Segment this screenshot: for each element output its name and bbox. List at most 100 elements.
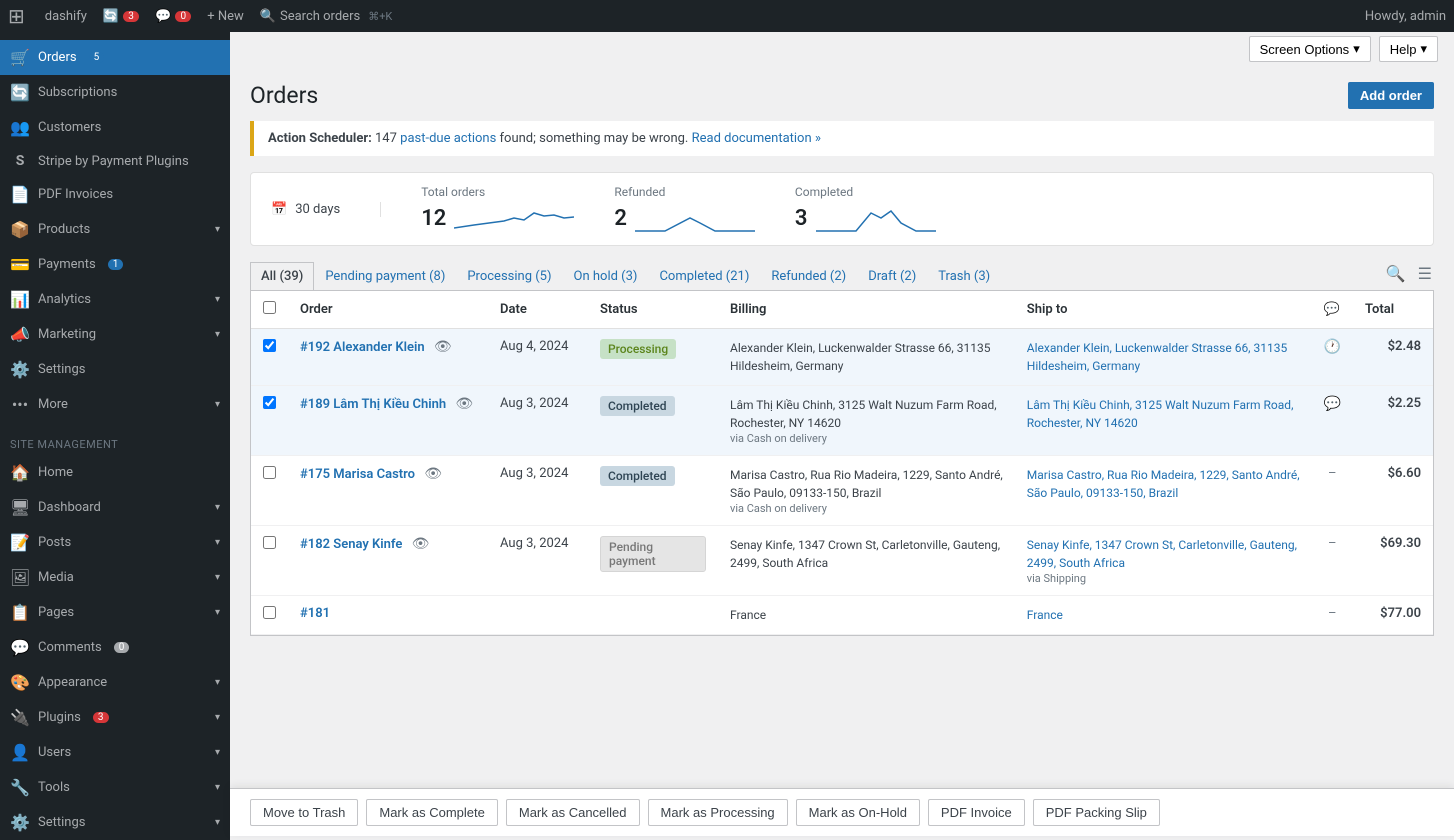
sidebar-item-settings[interactable]: ⚙️ Settings [0,352,230,387]
sidebar-item-dashboard[interactable]: 🖥 Dashboard ▾ [0,490,230,525]
order-link-181[interactable]: #181 [300,606,330,621]
site-name[interactable]: dashify [37,0,95,32]
tab-on-hold[interactable]: On hold (3) [563,262,649,290]
comments-menu-badge: 0 [114,642,130,653]
pages-arrow: ▾ [215,607,220,618]
tab-draft[interactable]: Draft (2) [857,262,927,290]
ship-link-4[interactable]: Senay Kinfe, 1347 Crown St, Carletonvill… [1027,536,1300,572]
sidebar-item-orders[interactable]: 🛒 Orders 5 [0,40,230,75]
tab-trash[interactable]: Trash (3) [927,262,1001,290]
mark-cancelled-button[interactable]: Mark as Cancelled [506,799,640,826]
notice-link-past-due[interactable]: past-due actions [400,131,496,146]
search-orders[interactable]: 🔍 Search orders ⌘+K [252,0,401,32]
row-ship-2: Lâm Thị Kiều Chinh, 3125 Walt Nuzum Farm… [1015,386,1312,456]
row-select-3[interactable] [263,466,276,479]
ship-link-5[interactable]: France [1027,606,1300,624]
sidebar-item-posts[interactable]: 📝 Posts ▾ [0,525,230,560]
notice-link-docs[interactable]: Read documentation » [692,131,821,146]
sidebar-item-products[interactable]: 📦 Products ▾ [0,212,230,247]
page-title: Orders [250,82,318,109]
help-button[interactable]: Help ▾ [1379,36,1438,62]
th-date[interactable]: Date [488,291,588,329]
row-select-2[interactable] [263,396,276,409]
row-eye-icon-2[interactable]: 👁 [455,396,473,412]
table-row: #192 Alexander Klein 👁 Aug 4, 2024 Proce… [251,329,1433,386]
move-to-trash-button[interactable]: Move to Trash [250,799,358,826]
sidebar-item-pages[interactable]: 📋 Pages ▾ [0,595,230,630]
sidebar-item-media[interactable]: 🖼 Media ▾ [0,560,230,595]
sidebar-item-pdf-invoices[interactable]: 📄 PDF Invoices [0,177,230,212]
tab-completed[interactable]: Completed (21) [648,262,760,290]
sidebar-item-home[interactable]: 🏠 Home [0,455,230,490]
page-content: Orders Add order Action Scheduler: 147 p… [230,66,1454,652]
stats-completed: Completed 3 [795,185,936,233]
sidebar-item-plugins[interactable]: 🔌 Plugins 3 ▾ [0,700,230,735]
mark-complete-button[interactable]: Mark as Complete [366,799,497,826]
th-order[interactable]: Order [288,291,488,329]
filter-orders-button[interactable]: ☰ [1416,262,1434,286]
comments-item[interactable]: 💬 0 [147,0,199,32]
sidebar-label-home: Home [38,465,73,480]
row-checkbox-5[interactable] [251,596,288,635]
howdy: Howdy, admin [1365,9,1446,24]
select-all-checkbox[interactable] [263,301,276,314]
bulk-action-bar: Move to Trash Mark as Complete Mark as C… [230,788,1454,836]
order-link-189[interactable]: #189 Lâm Thị Kiều Chinh [300,397,446,412]
row-checkbox-2[interactable] [251,386,288,456]
tab-processing[interactable]: Processing (5) [456,262,562,290]
sidebar-label-stripe: Stripe by Payment Plugins [38,154,189,169]
sidebar-item-users[interactable]: 👤 Users ▾ [0,735,230,770]
th-billing: Billing [718,291,1015,329]
row-total-3: $6.60 [1353,456,1433,526]
dashboard-icon: 🖥 [10,498,30,517]
order-link-182[interactable]: #182 Senay Kinfe [300,537,402,552]
sidebar-item-subscriptions[interactable]: 🔄 Subscriptions [0,75,230,110]
th-total[interactable]: Total [1353,291,1433,329]
new-item[interactable]: + New [199,0,252,32]
row-billing-2: Lâm Thị Kiều Chinh, 3125 Walt Nuzum Farm… [718,386,1015,456]
stats-period[interactable]: 📅 30 days [271,202,381,217]
row-eye-icon-1[interactable]: 👁 [434,339,452,355]
screen-options-button[interactable]: Screen Options ▾ [1249,36,1371,62]
pdf-invoice-button[interactable]: PDF Invoice [928,799,1025,826]
order-link-175[interactable]: #175 Marisa Castro [300,467,415,482]
tab-all[interactable]: All (39) [250,262,314,290]
row-checkbox-3[interactable] [251,456,288,526]
sidebar-item-more[interactable]: ••• More ▾ [0,387,230,422]
sidebar-item-comments[interactable]: 💬 Comments 0 [0,630,230,665]
sidebar-item-stripe[interactable]: S Stripe by Payment Plugins [0,145,230,177]
sidebar-item-payments[interactable]: 💳 Payments 1 [0,247,230,282]
sidebar-item-analytics[interactable]: 📊 Analytics ▾ [0,282,230,317]
mark-processing-button[interactable]: Mark as Processing [648,799,788,826]
order-link-192[interactable]: #192 Alexander Klein [300,340,425,355]
row-checkbox-4[interactable] [251,526,288,596]
sidebar-item-tools[interactable]: 🔧 Tools ▾ [0,770,230,805]
pdf-packing-slip-button[interactable]: PDF Packing Slip [1033,799,1160,826]
row-checkbox-1[interactable] [251,329,288,386]
row-status-2: Completed [588,386,718,456]
total-orders-label: Total orders [421,185,574,199]
wp-logo[interactable]: ⊞ [8,4,25,28]
products-arrow: ▾ [215,224,220,235]
row-select-1[interactable] [263,339,276,352]
row-icon-1: 🕐 [1312,329,1353,386]
add-order-button[interactable]: Add order [1348,82,1434,109]
sidebar-item-customers[interactable]: 👥 Customers [0,110,230,145]
products-icon: 📦 [10,220,30,239]
sidebar-item-appearance[interactable]: 🎨 Appearance ▾ [0,665,230,700]
ship-link-1[interactable]: Alexander Klein, Luckenwalder Strasse 66… [1027,339,1300,375]
th-status[interactable]: Status [588,291,718,329]
row-eye-icon-3[interactable]: 👁 [424,466,442,482]
row-select-5[interactable] [263,606,276,619]
ship-link-2[interactable]: Lâm Thị Kiều Chinh, 3125 Walt Nuzum Farm… [1027,396,1300,432]
updates-item[interactable]: 🔄 3 [95,0,147,32]
mark-on-hold-button[interactable]: Mark as On-Hold [796,799,920,826]
search-orders-button[interactable]: 🔍 [1384,262,1408,286]
row-select-4[interactable] [263,536,276,549]
sidebar-item-marketing[interactable]: 📣 Marketing ▾ [0,317,230,352]
tab-refunded[interactable]: Refunded (2) [760,262,857,290]
tab-pending[interactable]: Pending payment (8) [314,262,456,290]
sidebar-item-site-settings[interactable]: ⚙️ Settings ▾ [0,805,230,840]
ship-link-3[interactable]: Marisa Castro, Rua Rio Madeira, 1229, Sa… [1027,466,1300,502]
row-eye-icon-4[interactable]: 👁 [412,536,430,552]
